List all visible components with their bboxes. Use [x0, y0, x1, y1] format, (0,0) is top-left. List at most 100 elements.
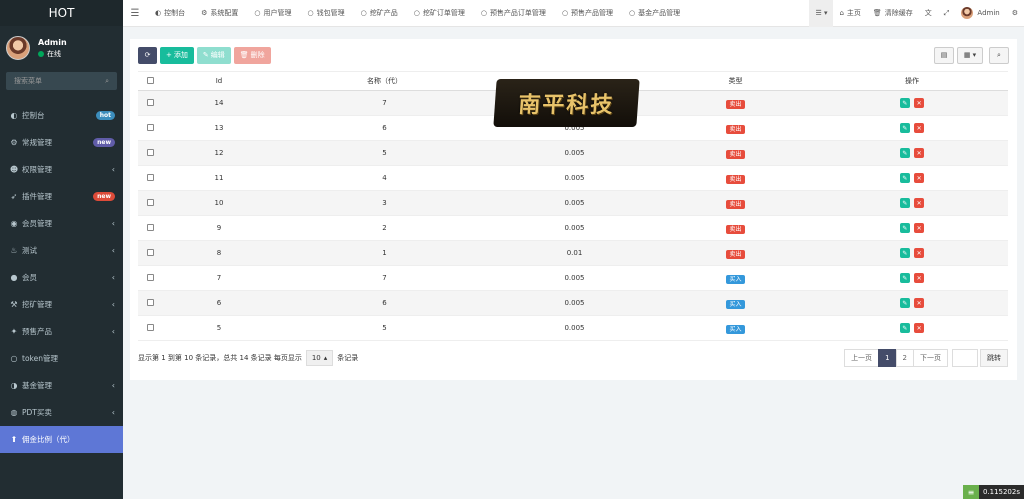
fullscreen-button[interactable]: ⤢ [938, 0, 956, 27]
row-edit-button[interactable]: ✎ [899, 298, 910, 308]
row-delete-button[interactable]: ✕ [914, 273, 925, 283]
row-delete-button[interactable]: ✕ [914, 298, 925, 308]
sidebar-item-label: 控制台 [22, 111, 45, 120]
sidebar-item-7[interactable]: ⚒ 挖矿管理 ‹ [0, 291, 123, 318]
sidebar-item-0[interactable]: ◐ 控制台 hot [0, 102, 123, 129]
pencil-icon: ✎ [902, 199, 908, 207]
table-row[interactable]: 5 5 0.005 买入 ✎ ✕ [138, 315, 1008, 341]
table-row[interactable]: 6 6 0.005 买入 ✎ ✕ [138, 290, 1008, 316]
row-edit-button[interactable]: ✎ [899, 323, 910, 333]
row-delete-button[interactable]: ✕ [914, 323, 925, 333]
cell-rate: 0.005 [494, 190, 655, 216]
language-icon: 文 [924, 9, 932, 17]
row-delete-button[interactable]: ✕ [914, 98, 925, 108]
table-row[interactable]: 11 4 0.005 卖出 ✎ ✕ [138, 165, 1008, 191]
refresh-button[interactable]: ⟳ [138, 46, 157, 64]
row-checkbox[interactable] [147, 323, 154, 331]
cell-id: 8 [163, 240, 275, 266]
row-delete-button[interactable]: ✕ [914, 248, 925, 258]
row-checkbox[interactable] [147, 273, 154, 281]
circle-icon: ● [10, 273, 18, 282]
row-checkbox[interactable] [147, 298, 154, 306]
row-checkbox[interactable] [147, 248, 154, 256]
row-delete-button[interactable]: ✕ [914, 148, 925, 158]
tab-6[interactable]: ○ 预售产品订单管理 [473, 0, 554, 27]
delete-button[interactable]: 🗑 删除 [233, 46, 271, 64]
brand-logo[interactable]: HOT [0, 0, 123, 26]
sidebar-item-11[interactable]: ◍ PDT买卖 ‹ [0, 399, 123, 426]
menu-search-input[interactable]: 搜索菜单 ⌕ [6, 72, 117, 90]
jump-page-input[interactable] [952, 349, 978, 367]
row-edit-button[interactable]: ✎ [899, 123, 910, 133]
row-edit-button[interactable]: ✎ [899, 98, 910, 108]
chevron-left-icon: ‹ [111, 219, 115, 228]
page-size-select[interactable]: 10 ▴ [305, 350, 334, 366]
row-delete-button[interactable]: ✕ [914, 223, 925, 233]
tab-dropdown-button[interactable]: ☰ ▾ [809, 0, 834, 27]
language-button[interactable]: 文 [919, 0, 938, 27]
chevron-left-icon: ‹ [111, 381, 115, 390]
sidebar-item-9[interactable]: ○ token管理 [0, 345, 123, 372]
plus-icon: + [166, 51, 172, 59]
row-checkbox[interactable] [147, 223, 154, 231]
tab-0[interactable]: ◐ 控制台 [147, 0, 193, 27]
sidebar-item-1[interactable]: ⚙ 常规管理 new [0, 129, 123, 156]
search-button[interactable]: ⌕ [989, 46, 1009, 64]
home-link[interactable]: ⌂ 主页 [833, 0, 866, 27]
sidebar-toggle-icon[interactable]: ☰ [123, 8, 147, 19]
pencil-icon: ✎ [902, 274, 908, 282]
next-page-button[interactable]: 下一页 [913, 349, 948, 367]
row-checkbox[interactable] [147, 148, 154, 156]
table-row[interactable]: 8 1 0.01 卖出 ✎ ✕ [138, 240, 1008, 266]
debug-timer[interactable]: ≡ 0.115202s [962, 485, 1024, 499]
row-edit-button[interactable]: ✎ [899, 223, 910, 233]
tab-1[interactable]: ⚙ 系统配置 [193, 0, 246, 27]
tab-7[interactable]: ○ 预售产品管理 [554, 0, 621, 27]
prev-page-button[interactable]: 上一页 [844, 349, 880, 367]
tab-3[interactable]: ○ 钱包管理 [300, 0, 353, 27]
row-checkbox[interactable] [147, 98, 154, 106]
row-checkbox[interactable] [147, 123, 154, 131]
user-menu[interactable]: Admin [955, 0, 1005, 27]
table-row[interactable]: 10 3 0.005 卖出 ✎ ✕ [138, 190, 1008, 216]
columns-button[interactable]: ▦ ▾ [957, 46, 983, 64]
sidebar-item-12[interactable]: ⬆ 佣金比例（代） [0, 426, 123, 453]
sidebar-item-4[interactable]: ◉ 会员管理 ‹ [0, 210, 123, 237]
row-edit-button[interactable]: ✎ [899, 273, 910, 283]
row-delete-button[interactable]: ✕ [914, 173, 925, 183]
row-delete-button[interactable]: ✕ [914, 123, 925, 133]
table-row[interactable]: 7 7 0.005 买入 ✎ ✕ [138, 265, 1008, 291]
column-header-id[interactable]: Id [163, 71, 275, 91]
tab-8[interactable]: ○ 基金产品管理 [621, 0, 688, 27]
column-header-type[interactable]: 类型 [655, 71, 816, 91]
row-edit-button[interactable]: ✎ [899, 173, 910, 183]
add-button[interactable]: + 添加 [160, 46, 194, 64]
table-row[interactable]: 9 2 0.005 卖出 ✎ ✕ [138, 215, 1008, 241]
tab-4[interactable]: ○ 挖矿产品 [353, 0, 406, 27]
row-delete-button[interactable]: ✕ [914, 198, 925, 208]
edit-button[interactable]: ✎ 编辑 [196, 46, 231, 64]
table-row[interactable]: 12 5 0.005 卖出 ✎ ✕ [138, 140, 1008, 166]
tab-5[interactable]: ○ 挖矿订单管理 [406, 0, 473, 27]
sidebar-item-6[interactable]: ● 会员 ‹ [0, 264, 123, 291]
row-edit-button[interactable]: ✎ [899, 248, 910, 258]
tab-2[interactable]: ○ 用户管理 [246, 0, 299, 27]
menu-badge: new [93, 192, 115, 201]
column-header-name[interactable]: 名称（代） [275, 71, 494, 91]
row-edit-button[interactable]: ✎ [899, 198, 910, 208]
toggle-view-button[interactable]: ▤ [934, 46, 954, 64]
sidebar-item-10[interactable]: ◑ 基金管理 ‹ [0, 372, 123, 399]
sidebar-item-8[interactable]: ✦ 预售产品 ‹ [0, 318, 123, 345]
sidebar-item-5[interactable]: ♨ 测试 ‹ [0, 237, 123, 264]
row-checkbox[interactable] [147, 173, 154, 181]
select-all-checkbox[interactable] [147, 76, 154, 84]
row-edit-button[interactable]: ✎ [899, 148, 910, 158]
page-button[interactable]: 2 [895, 349, 914, 367]
clear-cache-button[interactable]: 🗑 清除缓存 [867, 0, 919, 27]
sidebar-item-2[interactable]: ☻ 权限管理 ‹ [0, 156, 123, 183]
sidebar-item-3[interactable]: ➶ 插件管理 new [0, 183, 123, 210]
jump-button[interactable]: 跳转 [980, 349, 1008, 367]
settings-button[interactable]: ⚙ [1006, 0, 1024, 27]
row-checkbox[interactable] [147, 198, 154, 206]
page-button[interactable]: 1 [878, 349, 897, 367]
